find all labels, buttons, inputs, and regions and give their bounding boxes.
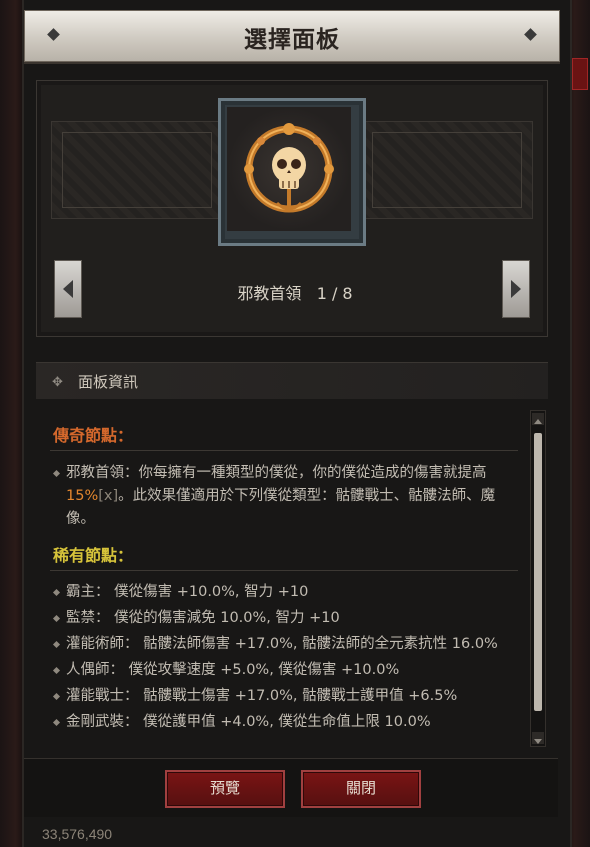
bullet-icon xyxy=(52,469,61,478)
list-item: 金剛武裝： 僕從護甲值 +4.0%, 僕從生命值上限 10.0% xyxy=(52,711,518,734)
legendary-node-title: 傳奇節點： xyxy=(53,426,134,445)
list-item: 霸主： 僕從傷害 +10.0%, 智力 +10 xyxy=(52,581,518,604)
filigree-decoration-right xyxy=(361,121,533,219)
glyph-frame[interactable] xyxy=(218,98,366,246)
board-info-title: 面板資訊 xyxy=(78,373,139,391)
arrow-right-icon xyxy=(511,280,521,298)
divider xyxy=(50,570,518,571)
skull-glyph-icon xyxy=(244,123,334,213)
legendary-percent: 15% xyxy=(66,488,99,504)
next-glyph-button[interactable] xyxy=(502,260,530,318)
scroll-thumb[interactable] xyxy=(534,433,542,711)
background-tab xyxy=(572,58,588,90)
diamond-cluster-icon: ✥ xyxy=(52,375,63,390)
list-item: 人偶師： 僕從攻擊速度 +5.0%, 僕從傷害 +10.0% xyxy=(52,659,518,682)
rare-node-list: 霸主： 僕從傷害 +10.0%, 智力 +10 監禁： 僕從的傷害減免 10.0… xyxy=(52,581,518,737)
arrow-left-icon xyxy=(63,280,73,298)
list-item: 灌能戰士： 骷髏戰士傷害 +17.0%, 骷髏戰士護甲值 +6.5% xyxy=(52,685,518,708)
filigree-decoration-left xyxy=(51,121,223,219)
board-info-body[interactable]: 傳奇節點： 邪教首領：你每擁有一種類型的僕從，你的僕從造成的傷害就提高 15%[… xyxy=(36,404,530,750)
scroll-up-icon[interactable] xyxy=(532,413,544,425)
title-bar: 選擇面板 xyxy=(24,10,560,62)
list-item: 監禁： 僕從的傷害減免 10.0%, 智力 +10 xyxy=(52,607,518,630)
divider xyxy=(50,450,518,451)
glyph-name: 邪教首領 xyxy=(237,284,302,303)
legendary-node-description: 邪教首領：你每擁有一種類型的僕從，你的僕從造成的傷害就提高 15%[x]。此效果… xyxy=(66,465,496,527)
window-title: 選擇面板 xyxy=(244,27,340,53)
preview-button[interactable]: 預覽 xyxy=(165,770,285,808)
board-info-header: ✥ 面板資訊 xyxy=(36,362,548,399)
info-scrollbar[interactable] xyxy=(530,410,546,747)
close-button[interactable]: 關閉 xyxy=(301,770,421,808)
scroll-down-icon[interactable] xyxy=(532,732,544,744)
footer-bar xyxy=(24,758,558,817)
gold-amount: 33,576,490 xyxy=(42,826,113,842)
previous-glyph-button[interactable] xyxy=(54,260,82,318)
rare-node-title: 稀有節點： xyxy=(53,546,134,565)
legendary-multiplier-tag: [x] xyxy=(98,488,119,504)
glyph-name-counter: 邪教首領 1 / 8 xyxy=(200,280,390,304)
list-item: 灌能術師： 骷髏法師傷害 +17.0%, 骷髏法師的全元素抗性 16.0% xyxy=(52,633,518,656)
glyph-counter: 1 / 8 xyxy=(316,284,353,303)
